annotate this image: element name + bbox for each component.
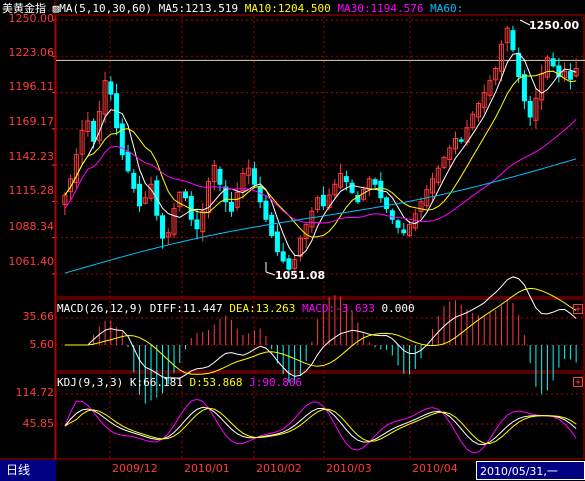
ma-indicator-name[interactable]: MA(5,10,30,60) — [59, 2, 152, 15]
macd-expand-icon[interactable]: + — [573, 304, 583, 315]
kdj-d-line — [64, 407, 577, 445]
ma5-line — [64, 52, 577, 257]
candle-body — [516, 52, 522, 78]
candle-body — [137, 183, 143, 207]
price-axis-tick: 1196.11 — [8, 80, 55, 93]
candle-body — [384, 197, 390, 210]
date-axis-tick: 2009/12 — [112, 462, 158, 475]
ma30-line — [64, 119, 577, 224]
candle-body — [182, 191, 189, 199]
candle-body — [91, 120, 97, 142]
main-header: 美黄金指 ▨MA(5,10,30,60) MA5:1213.519 MA10:1… — [2, 2, 463, 15]
kdj-k-value: K:66.181 — [129, 376, 183, 389]
ma10-value: MA10:1204.500 — [244, 2, 331, 15]
price-axis-tick: 1061.40 — [8, 255, 55, 268]
chart-canvas — [0, 0, 585, 460]
candle-body — [125, 151, 131, 172]
candle-body — [228, 201, 234, 212]
date-axis-tick: 2010/03 — [326, 462, 372, 475]
price-axis-tick: 1250.00 — [8, 12, 55, 25]
candle-body — [251, 168, 257, 185]
cursor-date-readout: 2010/05/31,一 — [476, 461, 585, 480]
macd-axis-tick: 5.60 — [29, 338, 55, 351]
candle-body — [349, 182, 355, 193]
candle-body — [194, 219, 200, 230]
candle-body — [567, 71, 573, 80]
candle-body — [510, 30, 516, 51]
candle-body — [458, 139, 464, 142]
macd-diff-value: DIFF:11.447 — [149, 302, 223, 315]
date-axis-tick: 2010/01 — [184, 462, 230, 475]
ma60-value: MA60: — [430, 2, 464, 15]
candle-body — [119, 123, 125, 156]
candle-body — [527, 100, 533, 118]
candle-body — [550, 58, 556, 67]
kdj-header: KDJ(9,3,3) K:66.181 D:53.868 J:90.806 — [57, 376, 302, 389]
price-axis-tick: 1223.06 — [8, 46, 55, 59]
candle-body — [372, 179, 378, 185]
kdj-j-line — [64, 398, 577, 454]
candle-body — [131, 172, 137, 189]
low-price-label: 1051.08 — [275, 269, 326, 282]
candle-body — [108, 81, 114, 95]
candle-body — [280, 251, 286, 262]
kdj-d-value: D:53.868 — [189, 376, 243, 389]
kdj-j-value: J:90.806 — [249, 376, 303, 389]
kdj-axis-tick: 45.85 — [22, 417, 55, 430]
candle-body — [395, 220, 401, 228]
candle-body — [389, 210, 395, 220]
stock-chart-window: 美黄金指 ▨MA(5,10,30,60) MA5:1213.519 MA10:1… — [0, 0, 585, 481]
macd-indicator-name[interactable]: MACD(26,12,9) — [57, 302, 143, 315]
macd-dea-value: DEA:13.263 — [229, 302, 296, 315]
candle-body — [263, 200, 269, 220]
macd-header: MACD(26,12,9) DIFF:11.447 DEA:13.263 MAC… — [57, 302, 415, 315]
kdj-indicator-name[interactable]: KDJ(9,3,3) — [57, 376, 123, 389]
kdj-expand-icon[interactable]: + — [573, 377, 583, 388]
kdj-axis-tick: 114.72 — [15, 386, 55, 399]
candle-body — [320, 194, 326, 207]
price-axis-tick: 1169.17 — [8, 115, 55, 128]
candle-body — [521, 74, 527, 102]
macd-axis-tick: 35.66 — [22, 310, 55, 323]
candle-body — [217, 168, 223, 185]
macd-extra-value: 0.000 — [381, 302, 415, 315]
price-axis-tick: 1115.28 — [8, 184, 55, 197]
date-axis-tick: 2010/04 — [412, 462, 458, 475]
macd-macd-value: MACD:-3.633 — [302, 302, 375, 315]
candle-body — [269, 214, 275, 236]
candle-body — [378, 180, 384, 199]
candle-body — [160, 215, 166, 239]
period-tab-daily[interactable]: 日线 — [0, 460, 56, 481]
date-axis-tick: 2010/02 — [256, 462, 302, 475]
candle-body — [286, 258, 292, 270]
candle-body — [274, 231, 280, 253]
ma10-line — [64, 70, 577, 238]
ma30-value: MA30:1194.576 — [337, 2, 424, 15]
candle-body — [401, 229, 407, 234]
price-axis-tick: 1088.34 — [8, 220, 55, 233]
macd-diff-line — [64, 276, 577, 379]
ma5-value: MA5:1213.519 — [158, 2, 239, 15]
price-axis-tick: 1142.23 — [8, 150, 55, 163]
high-price-label: 1250.00 — [529, 19, 580, 32]
candle-body — [343, 176, 349, 183]
